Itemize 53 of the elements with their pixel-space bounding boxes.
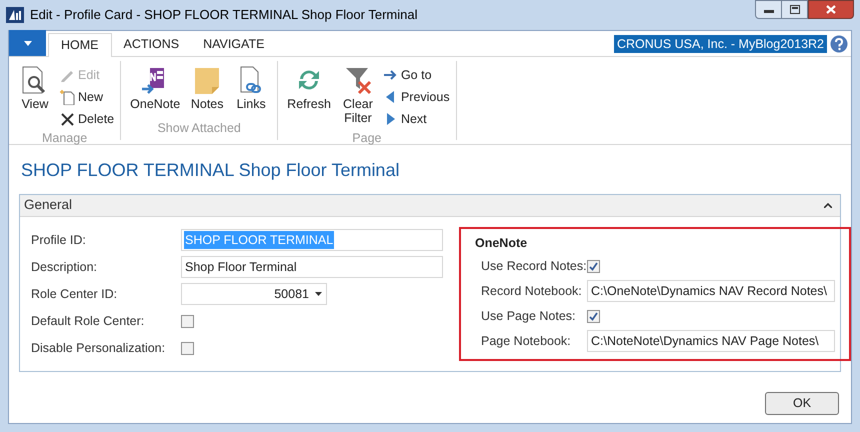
checkbox[interactable] — [181, 314, 194, 328]
field-label: Use Record Notes: — [480, 258, 587, 275]
ribbon-button[interactable]: View — [15, 65, 55, 111]
ribbon-group-label: Page — [352, 130, 382, 147]
field-label: Record Notebook: — [480, 282, 583, 300]
app-logo-icon — [6, 7, 24, 23]
section-header: General — [24, 196, 74, 214]
field-label: Page Notebook: — [480, 332, 572, 350]
field-label: Use Page Notes: — [480, 308, 576, 325]
caret-down-icon — [24, 40, 32, 46]
ribbon-button[interactable]: Refresh — [284, 65, 334, 111]
checkbox[interactable] — [181, 342, 194, 354]
ribbon-button[interactable]: Previous — [382, 87, 450, 107]
ribbon-button[interactable]: OneNote — [127, 65, 184, 111]
dropdown-field[interactable]: 50081 — [181, 283, 327, 305]
ribbon-tab[interactable]: NAVIGATE — [191, 32, 276, 56]
ribbon-tab[interactable]: ACTIONS — [112, 32, 192, 56]
text-field[interactable]: Shop Floor Terminal — [181, 256, 443, 278]
ribbon-button[interactable]: New — [59, 87, 114, 107]
field-label: Profile ID: — [31, 232, 87, 249]
caret-down-icon — [315, 292, 322, 296]
field-label: Description: — [31, 258, 98, 276]
ribbon-button[interactable]: Delete — [59, 109, 114, 129]
minimize-button[interactable] — [755, 0, 782, 19]
ribbon-group-label: Manage — [42, 130, 88, 147]
group-title: OneNote — [475, 235, 528, 252]
page-title: SHOP FLOOR TERMINAL Shop Floor Terminal — [20, 159, 400, 182]
field-label: Role Center ID: — [31, 286, 118, 303]
checkbox[interactable] — [587, 260, 600, 272]
ribbon-button[interactable]: Next — [382, 109, 450, 129]
application-menu-button[interactable] — [9, 30, 46, 56]
ribbon-group-label: Show Attached — [157, 120, 241, 138]
ok-button[interactable]: OK — [765, 392, 839, 415]
new-document-icon — [59, 89, 75, 105]
field-label: Default Role Center: — [31, 312, 146, 330]
window-title: Edit - Profile Card - SHOP FLOOR TERMINAL Shop Floor Terminal — [30, 6, 418, 24]
ribbon-button[interactable]: Go to — [382, 65, 450, 85]
help-icon — [830, 34, 848, 52]
ribbon-button[interactable]: Clear Filter — [338, 65, 378, 125]
maximize-icon — [790, 5, 800, 14]
close-button[interactable] — [808, 0, 854, 19]
field-label: Disable Personalization: — [31, 340, 166, 357]
company-name: CRONUS USA, Inc. - MyBlog2013R2 — [614, 34, 827, 52]
ribbon-button[interactable]: Notes — [187, 65, 228, 111]
close-icon — [826, 5, 836, 14]
delete-icon — [59, 111, 75, 127]
ribbon-tab[interactable]: HOME — [48, 33, 112, 57]
maximize-button[interactable] — [782, 0, 808, 19]
ribbon-button[interactable]: Links — [231, 65, 272, 111]
chevron-up-icon — [824, 203, 832, 208]
checkbox[interactable] — [587, 310, 600, 322]
text-field[interactable]: C:\NoteNote\Dynamics NAV Page Notes\ — [587, 330, 835, 352]
text-field[interactable]: C:\OneNote\Dynamics NAV Record Notes\ — [587, 280, 835, 302]
